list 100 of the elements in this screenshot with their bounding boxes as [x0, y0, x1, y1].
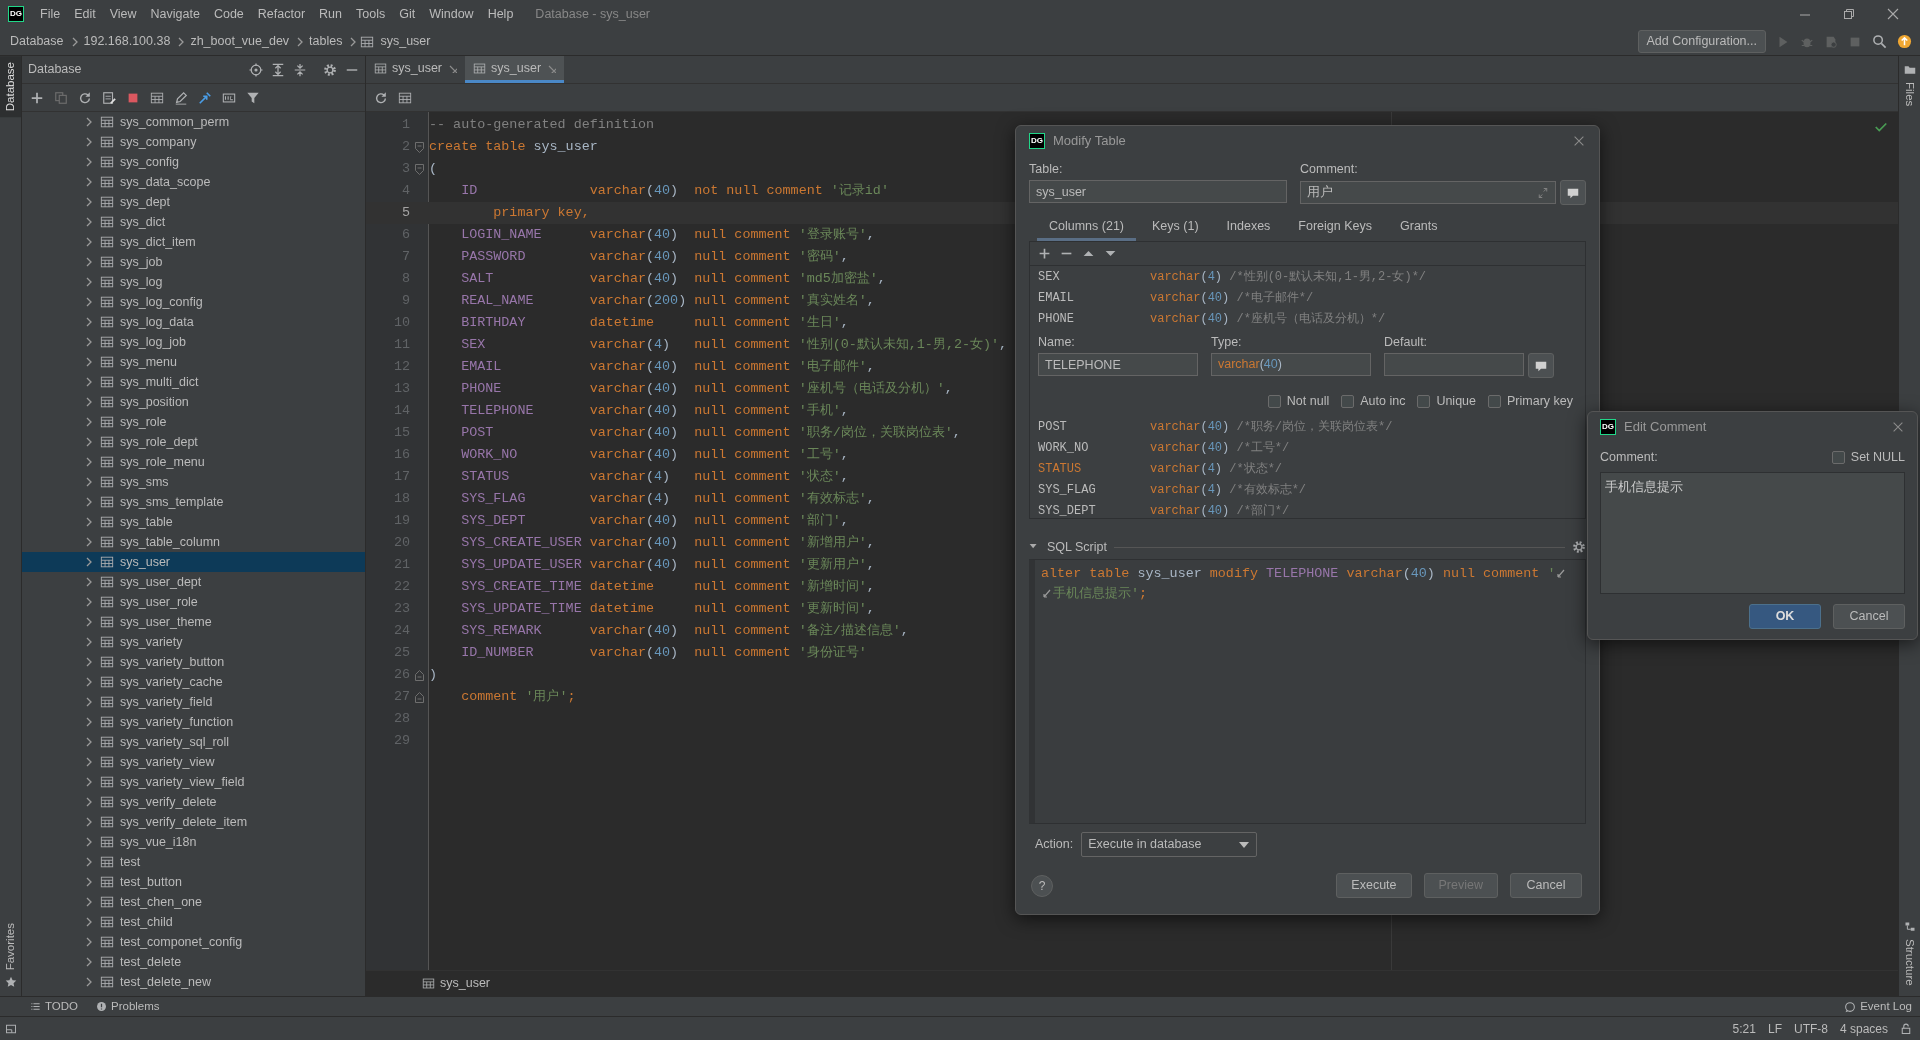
tree-item[interactable]: sys_variety_function — [120, 712, 234, 732]
tab[interactable]: Indexes — [1214, 215, 1283, 241]
tool-window-button[interactable]: TODO — [30, 997, 78, 1016]
tree-item[interactable]: sys_variety_button — [120, 652, 225, 672]
tree-item[interactable]: sys_sms — [120, 472, 169, 492]
breadcrumb-item[interactable]: sys_user — [440, 974, 491, 993]
tree-item[interactable]: sys_job — [120, 252, 163, 272]
tool-window-tab[interactable]: Database — [0, 56, 21, 118]
tree-item[interactable]: test_delete_new — [120, 972, 212, 992]
breadcrumb-item[interactable]: Database — [8, 32, 66, 51]
tree-item[interactable]: test — [120, 852, 141, 872]
menu-item[interactable]: Edit — [68, 2, 102, 26]
column-row[interactable]: POST varchar(40) /*职务/岗位，关联岗位表*/ — [1030, 416, 1585, 438]
tree-item[interactable]: test_delete — [120, 952, 182, 972]
breadcrumb-item[interactable]: sys_user — [378, 32, 433, 51]
run-configuration-button[interactable]: Add Configuration... — [1637, 30, 1766, 53]
comment-field[interactable]: 用户 — [1300, 181, 1556, 204]
tree-item[interactable]: sys_log_data — [120, 312, 194, 332]
menu-item[interactable]: Help — [481, 2, 520, 26]
tree-item[interactable]: sys_variety — [120, 632, 183, 652]
editor-tab[interactable]: sys_user — [465, 56, 565, 83]
tree-item[interactable]: sys_position — [120, 392, 189, 412]
tree-item[interactable]: sys_log — [120, 272, 163, 292]
name-field[interactable]: TELEPHONE — [1038, 353, 1198, 376]
column-row[interactable]: WORK_NO varchar(40) /*工号*/ — [1030, 437, 1585, 459]
menu-item[interactable]: Git — [393, 2, 422, 26]
comment-text-area[interactable]: 手机信息提示 — [1600, 472, 1905, 594]
tree-item[interactable]: sys_data_scope — [120, 172, 211, 192]
tree-item[interactable]: sys_config — [120, 152, 180, 172]
tree-item[interactable]: test_button — [120, 872, 182, 892]
menu-item[interactable]: Code — [207, 2, 250, 26]
breadcrumb-item[interactable]: 192.168.100.38 — [81, 32, 173, 51]
column-row[interactable]: SYS_DEPT varchar(40) /*部门*/ — [1030, 500, 1585, 518]
table-name-field[interactable]: sys_user — [1029, 180, 1287, 203]
tree-item[interactable]: sys_log_job — [120, 332, 186, 352]
status-item[interactable]: 4 spaces — [1839, 1019, 1888, 1038]
menu-item[interactable]: Navigate — [144, 2, 206, 26]
menu-item[interactable]: View — [103, 2, 143, 26]
tree-item[interactable]: sys_role_dept — [120, 432, 198, 452]
tree-item[interactable]: sys_user_theme — [120, 612, 212, 632]
tree-item[interactable]: sys_variety_view — [120, 752, 215, 772]
tab[interactable]: Foreign Keys — [1286, 215, 1384, 241]
menu-item[interactable]: Tools — [350, 2, 392, 26]
tree-item[interactable]: test_componet_config — [120, 932, 243, 952]
tool-window-tab[interactable]: Favorites — [0, 916, 22, 976]
tool-window-tab[interactable]: Structure — [1898, 937, 1920, 988]
status-item[interactable]: 5:21 — [1732, 1019, 1756, 1038]
tree-item[interactable]: sys_variety_sql_roll — [120, 732, 230, 752]
tree-item[interactable]: sys_user — [120, 552, 171, 572]
menu-item[interactable]: Run — [313, 2, 348, 26]
status-item[interactable]: UTF-8 — [1793, 1019, 1828, 1038]
tree-item[interactable]: sys_variety_view_field — [120, 772, 245, 792]
dialog-button[interactable]: Cancel — [1510, 873, 1582, 898]
column-row[interactable]: SYS_FLAG varchar(4) /*有效标志*/ — [1030, 479, 1585, 501]
tab[interactable]: Grants — [1388, 215, 1450, 241]
status-item[interactable]: LF — [1767, 1019, 1782, 1038]
breadcrumb-item[interactable]: zh_boot_vue_dev — [188, 32, 292, 51]
tree-item[interactable]: sys_variety_cache — [120, 672, 223, 692]
tree-item[interactable]: sys_verify_delete — [120, 792, 217, 812]
editor-tab[interactable]: sys_user — [366, 56, 466, 83]
tree-item[interactable]: sys_variety_field — [120, 692, 213, 712]
breadcrumb-item[interactable]: tables — [307, 32, 345, 51]
tree-item[interactable]: sys_role_menu — [120, 452, 205, 472]
tree-item[interactable]: sys_company — [120, 132, 197, 152]
tree-item[interactable]: sys_vue_i18n — [120, 832, 197, 852]
tree-item[interactable]: sys_menu — [120, 352, 177, 372]
dialog-button[interactable]: Cancel — [1833, 604, 1905, 629]
tree-item[interactable]: sys_verify_delete_item — [120, 812, 248, 832]
tree-item[interactable]: sys_dept — [120, 192, 171, 212]
tool-window-button[interactable]: Problems — [96, 997, 160, 1016]
dialog-button[interactable]: Execute — [1336, 873, 1412, 898]
tree-item[interactable]: sys_dict_item — [120, 232, 196, 252]
tree-item[interactable]: sys_role — [120, 412, 167, 432]
column-row[interactable]: EMAIL varchar(40) /*电子邮件*/ — [1030, 287, 1585, 308]
dialog-button[interactable]: OK — [1749, 604, 1821, 629]
event-log-button[interactable]: Event Log — [1844, 997, 1912, 1016]
tree-item[interactable]: test_child — [120, 912, 173, 932]
menu-item[interactable]: File — [34, 2, 67, 26]
column-row[interactable]: SEX varchar(4) /*性别(0-默认未知,1-男,2-女)*/ — [1030, 266, 1585, 287]
selected-row[interactable]: sys_user — [22, 552, 365, 572]
menu-item[interactable]: Refactor — [251, 2, 312, 26]
tree-item[interactable]: sys_table_column — [120, 532, 221, 552]
action-dropdown[interactable]: Execute in database — [1081, 832, 1258, 857]
column-row[interactable]: STATUS varchar(4) /*状态*/ — [1030, 458, 1585, 480]
tree-item[interactable]: sys_multi_dict — [120, 372, 199, 392]
type-field[interactable]: varchar(40) — [1211, 353, 1371, 376]
help-button[interactable]: ? — [1031, 874, 1053, 897]
tree-item[interactable]: test_chen_one — [120, 892, 202, 912]
column-row[interactable]: PHONE varchar(40) /*座机号（电话及分机）*/ — [1030, 308, 1585, 329]
tree-item[interactable]: sys_sms_template — [120, 492, 224, 512]
menu-item[interactable]: Window — [423, 2, 480, 26]
tree-item[interactable]: sys_user_role — [120, 592, 198, 612]
tab[interactable]: Keys (1) — [1140, 215, 1211, 241]
tab[interactable]: Columns (21) — [1037, 215, 1137, 241]
tree-item[interactable]: sys_common_perm — [120, 112, 230, 132]
tree-item[interactable]: sys_table — [120, 512, 173, 532]
tree-item[interactable]: sys_dict — [120, 212, 166, 232]
tree-item[interactable]: sys_log_config — [120, 292, 203, 312]
tool-window-tab[interactable]: Files — [1898, 80, 1920, 109]
tree-item[interactable]: sys_user_dept — [120, 572, 202, 592]
